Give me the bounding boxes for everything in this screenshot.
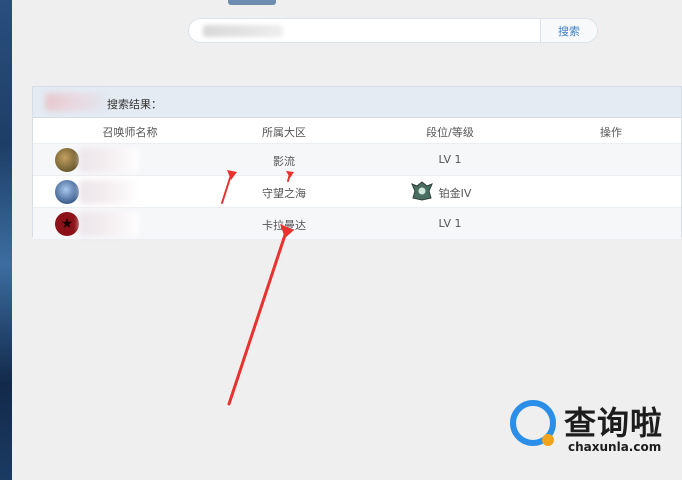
rank-cell: 铂金IV xyxy=(438,187,472,200)
col-summoner-name: 召唤师名称 xyxy=(102,126,158,139)
server-cell: 影流 xyxy=(273,155,295,168)
watermark-url: chaxunla.com xyxy=(568,440,662,454)
server-cell: 卡拉曼达 xyxy=(262,219,306,232)
col-action: 操作 xyxy=(600,126,622,139)
column-headers: 召唤师名称 所属大区 段位/等级 操作 xyxy=(33,118,681,144)
platinum-rank-icon xyxy=(411,181,433,201)
top-tab[interactable] xyxy=(228,0,276,5)
server-cell: 守望之海 xyxy=(262,187,306,200)
summoner-avatar[interactable] xyxy=(55,148,79,172)
rank-cell: LV 1 xyxy=(438,217,462,230)
summoner-name-redacted xyxy=(79,180,139,204)
summoner-avatar[interactable]: ★ xyxy=(55,212,79,236)
search-bar: 搜索 xyxy=(188,18,598,43)
watermark: 查询啦 chaxunla.com xyxy=(506,394,676,460)
summoner-avatar[interactable] xyxy=(55,180,79,204)
watermark-text: 查询啦 xyxy=(564,404,664,442)
table-row[interactable]: ★ 卡拉曼达 LV 1 xyxy=(33,208,681,240)
table-row[interactable]: 守望之海 铂金IV xyxy=(33,176,681,208)
summoner-name-redacted xyxy=(79,148,139,172)
col-rank: 段位/等级 xyxy=(426,126,474,139)
col-server: 所属大区 xyxy=(262,126,306,139)
search-input[interactable] xyxy=(201,21,535,42)
results-header: 搜索结果： xyxy=(33,87,681,118)
watermark-dot-icon xyxy=(542,434,554,446)
rank-cell: LV 1 xyxy=(438,153,462,166)
redacted-label xyxy=(45,93,107,111)
search-button[interactable]: 搜索 xyxy=(540,19,597,42)
background-strip xyxy=(0,0,12,480)
results-title: 搜索结果： xyxy=(107,98,162,111)
summoner-name-redacted xyxy=(79,212,139,236)
results-panel: 搜索结果： 召唤师名称 所属大区 段位/等级 操作 影流 LV 1 守望之海 铂… xyxy=(32,86,682,240)
table-row[interactable]: 影流 LV 1 xyxy=(33,144,681,176)
